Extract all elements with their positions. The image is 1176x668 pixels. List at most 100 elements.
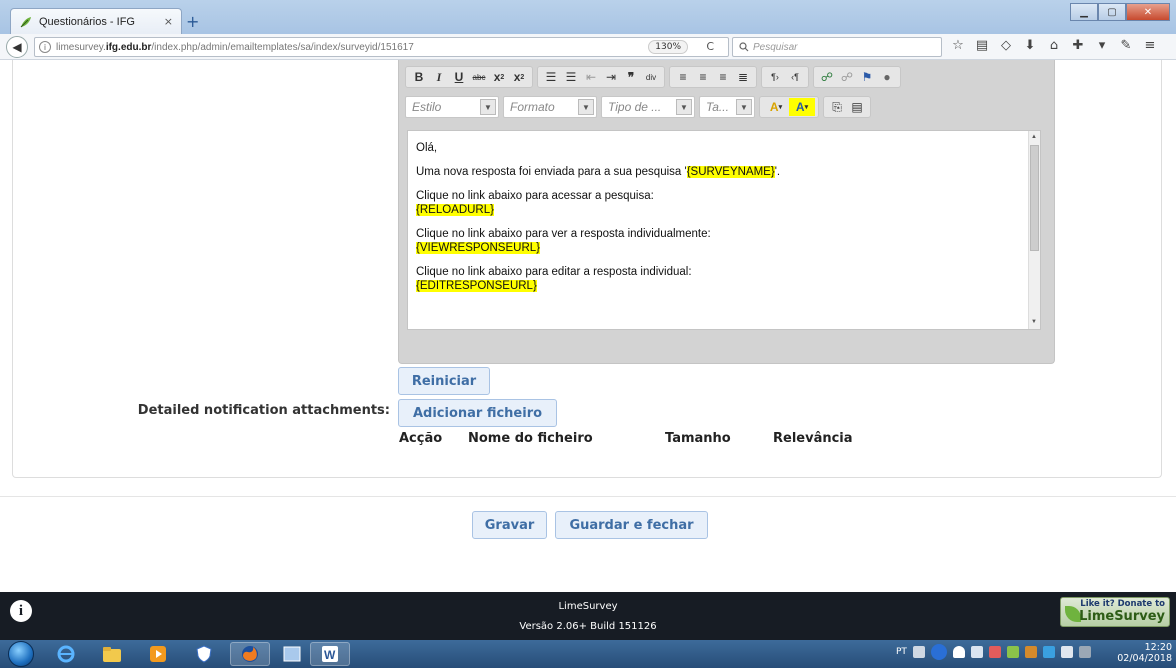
maximize-button[interactable]: ▢ bbox=[1098, 3, 1126, 21]
align-center-icon[interactable]: ≡ bbox=[693, 68, 713, 86]
browser-tab[interactable]: Questionários - IFG × bbox=[10, 8, 182, 34]
editor-content-area[interactable]: Olá, Uma nova resposta foi enviada para … bbox=[407, 130, 1041, 330]
pen-icon[interactable]: ✎ bbox=[1118, 38, 1134, 54]
find-replace-icon[interactable]: ⎘ bbox=[827, 98, 847, 116]
reading-list-icon[interactable]: ▤ bbox=[974, 38, 990, 54]
cloud-icon[interactable] bbox=[952, 646, 965, 658]
zoom-level-badge[interactable]: 130% bbox=[648, 40, 688, 54]
size-dropdown[interactable]: Ta... ▼ bbox=[699, 96, 755, 118]
search-icon bbox=[739, 42, 749, 52]
tray-app-icon[interactable] bbox=[1024, 646, 1037, 658]
indent-icon[interactable]: ⇥ bbox=[601, 68, 621, 86]
alignment-group: ≡ ≡ ≡ ≣ bbox=[669, 66, 757, 88]
reset-button[interactable]: Reiniciar bbox=[398, 367, 490, 395]
download-icon[interactable]: ⬇ bbox=[1022, 38, 1038, 54]
pocket-icon[interactable]: ◇ bbox=[998, 38, 1014, 54]
extension-icon[interactable]: ✚ bbox=[1070, 38, 1086, 54]
start-button[interactable] bbox=[8, 641, 34, 667]
add-file-button[interactable]: Adicionar ficheiro bbox=[398, 399, 557, 427]
bullet-list-icon[interactable]: ☰ bbox=[561, 68, 581, 86]
bold-button[interactable]: B bbox=[409, 68, 429, 86]
form-divider bbox=[0, 496, 1176, 497]
ltr-icon[interactable]: ¶› bbox=[765, 68, 785, 86]
taskbar-word-icon[interactable]: W bbox=[310, 642, 350, 666]
text-color-icon[interactable]: A ▾ bbox=[763, 98, 789, 116]
strikethrough-button[interactable]: abc bbox=[469, 68, 489, 86]
taskbar-ie-icon[interactable] bbox=[46, 642, 86, 666]
close-window-button[interactable]: ✕ bbox=[1126, 3, 1170, 21]
back-button[interactable]: ◀ bbox=[6, 35, 28, 58]
editor-scrollbar[interactable]: ▲ ▼ bbox=[1028, 131, 1040, 329]
back-arrow-icon: ◀ bbox=[12, 39, 22, 54]
format-dropdown[interactable]: Formato ▼ bbox=[503, 96, 597, 118]
chevron-down-icon: ▼ bbox=[736, 99, 752, 115]
system-clock[interactable]: 12:20 02/04/2018 bbox=[1117, 642, 1172, 664]
tab-close-icon[interactable]: × bbox=[164, 15, 173, 28]
taskbar-shield-icon[interactable] bbox=[184, 642, 224, 666]
div-container-icon[interactable]: div bbox=[641, 68, 661, 86]
text-format-group: B I U abc x2 x2 bbox=[405, 66, 533, 88]
power-icon[interactable] bbox=[1078, 646, 1091, 658]
tools-group: ⎘ ▤ bbox=[823, 96, 871, 118]
align-left-icon[interactable]: ≡ bbox=[673, 68, 693, 86]
bookmark-star-icon[interactable]: ☆ bbox=[950, 38, 966, 54]
home-icon[interactable]: ⌂ bbox=[1046, 38, 1062, 54]
save-and-close-button[interactable]: Guardar e fechar bbox=[555, 511, 708, 539]
url-bar[interactable]: i limesurvey.ifg.edu.br/index.php/admin/… bbox=[34, 37, 729, 57]
reload-icon[interactable]: C bbox=[706, 40, 714, 53]
scroll-up-icon[interactable]: ▲ bbox=[1031, 134, 1037, 140]
background-color-icon[interactable]: A ▾ bbox=[789, 98, 815, 116]
font-dropdown[interactable]: Tipo de ... ▼ bbox=[601, 96, 695, 118]
donate-button[interactable]: Like it? Donate to LimeSurvey bbox=[1060, 597, 1170, 627]
flag-icon[interactable] bbox=[970, 646, 983, 658]
browser-navbar: ◀ i limesurvey.ifg.edu.br/index.php/admi… bbox=[0, 34, 1176, 60]
align-right-icon[interactable]: ≡ bbox=[713, 68, 733, 86]
search-bar[interactable]: Pesquisar bbox=[732, 37, 942, 57]
site-info-icon[interactable]: i bbox=[39, 41, 51, 53]
viewresponseurl-placeholder: {VIEWRESPONSEURL} bbox=[416, 242, 540, 254]
edit-text-line: Clique no link abaixo para editar a resp… bbox=[416, 266, 692, 278]
minimize-button[interactable]: ▁ bbox=[1070, 3, 1098, 21]
reload-text-line: Clique no link abaixo para acessar a pes… bbox=[416, 190, 654, 202]
limesurvey-footer: i LimeSurvey Versão 2.06+ Build 151126 L… bbox=[0, 592, 1176, 640]
superscript-button[interactable]: x2 bbox=[509, 68, 529, 86]
taskbar-window-icon[interactable] bbox=[272, 642, 312, 666]
style-dropdown[interactable]: Estilo ▼ bbox=[405, 96, 499, 118]
scrollbar-thumb[interactable] bbox=[1030, 145, 1039, 251]
taskbar-media-icon[interactable] bbox=[138, 642, 178, 666]
network-icon[interactable] bbox=[988, 646, 1001, 658]
numbered-list-icon[interactable]: ☰ bbox=[541, 68, 561, 86]
taskbar-firefox-icon[interactable] bbox=[230, 642, 270, 666]
dropdown-icon[interactable]: ▾ bbox=[1094, 38, 1110, 54]
sync-icon[interactable] bbox=[1006, 646, 1019, 658]
placeholder-field-icon[interactable]: ● bbox=[877, 68, 897, 86]
chevron-down-icon: ▼ bbox=[480, 99, 496, 115]
format-dropdown-label: Formato bbox=[510, 100, 555, 114]
link-icon[interactable]: ☍ bbox=[817, 68, 837, 86]
help-icon[interactable] bbox=[930, 644, 947, 660]
keyboard-icon[interactable] bbox=[912, 646, 925, 658]
underline-button[interactable]: U bbox=[449, 68, 469, 86]
rtl-icon[interactable]: ‹¶ bbox=[785, 68, 805, 86]
new-tab-button[interactable]: + bbox=[186, 12, 199, 31]
footer-app-name[interactable]: LimeSurvey bbox=[0, 601, 1176, 612]
language-indicator[interactable]: PT bbox=[896, 647, 907, 657]
italic-button[interactable]: I bbox=[429, 68, 449, 86]
monitor-icon[interactable] bbox=[1042, 646, 1055, 658]
save-button[interactable]: Gravar bbox=[472, 511, 547, 539]
align-justify-icon[interactable]: ≣ bbox=[733, 68, 753, 86]
attachments-label: Detailed notification attachments: bbox=[137, 403, 390, 418]
taskbar-explorer-icon[interactable] bbox=[92, 642, 132, 666]
view-text-line: Clique no link abaixo para ver a respost… bbox=[416, 228, 711, 240]
source-document-icon[interactable]: ▤ bbox=[847, 98, 867, 116]
direction-group: ¶› ‹¶ bbox=[761, 66, 809, 88]
subscript-button[interactable]: x2 bbox=[489, 68, 509, 86]
scroll-down-icon[interactable]: ▼ bbox=[1031, 319, 1037, 325]
outdent-icon[interactable]: ⇤ bbox=[581, 68, 601, 86]
menu-icon[interactable]: ≡ bbox=[1142, 38, 1158, 54]
volume-icon[interactable] bbox=[1060, 646, 1073, 658]
anchor-flag-icon[interactable]: ⚑ bbox=[857, 68, 877, 86]
blockquote-icon[interactable]: ❞ bbox=[621, 68, 641, 86]
editor-toolbar-row-2: Estilo ▼ Formato ▼ Tipo de ... ▼ Ta... ▼… bbox=[405, 96, 871, 118]
unlink-icon[interactable]: ☍ bbox=[837, 68, 857, 86]
